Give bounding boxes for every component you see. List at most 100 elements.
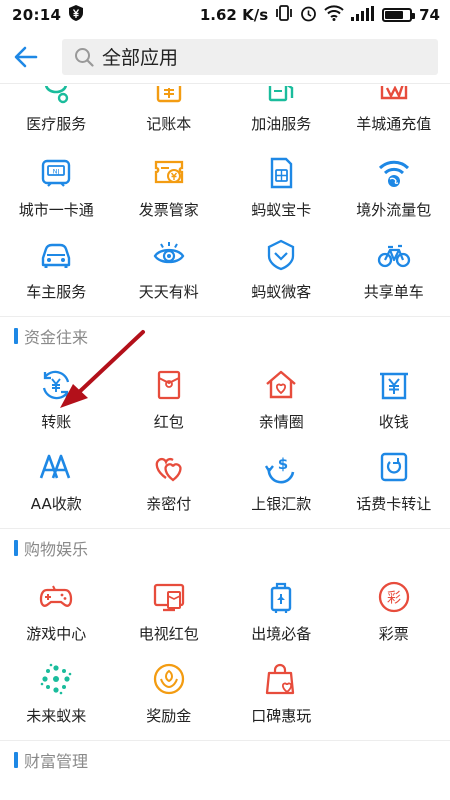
app-item-overseas-data[interactable]: 境外流量包 bbox=[338, 142, 450, 224]
status-bar: 20:14 1.62 K/s 74 bbox=[0, 0, 450, 30]
app-label: 红包 bbox=[153, 413, 184, 431]
app-item-red-envelope[interactable]: 红包 bbox=[113, 354, 226, 436]
app-item-ledger[interactable]: 记账本 bbox=[113, 86, 226, 142]
app-item-future-ants[interactable]: 未来蚁来 bbox=[0, 648, 113, 730]
app-label: 奖励金 bbox=[146, 707, 192, 725]
grid-row: 未来蚁来 奖励金 口碑惠玩 bbox=[0, 648, 450, 730]
status-right: 1.62 K/s 74 bbox=[200, 5, 440, 26]
app-item-transit-recharge[interactable]: 羊城通充值 bbox=[338, 86, 450, 142]
vibrate-icon bbox=[275, 5, 293, 25]
back-arrow-icon bbox=[14, 46, 38, 67]
section-title-shopping: 购物娱乐 bbox=[0, 528, 450, 566]
wifi-globe-icon bbox=[377, 156, 411, 190]
network-speed: 1.62 K/s bbox=[199, 6, 269, 24]
shield-yen-icon bbox=[69, 5, 84, 25]
lottery-icon: 彩 bbox=[377, 580, 411, 614]
grid-row: 游戏中心 电视红包 出境必备 彩 彩票 bbox=[0, 566, 450, 648]
transit-card-icon bbox=[377, 86, 411, 104]
app-list[interactable]: 医疗服务 记账本 加油服务 羊城通充值 NJ 城市一卡通 发票管家 蚂蚁宝卡 境… bbox=[0, 86, 450, 800]
app-label: 口碑惠玩 bbox=[251, 707, 312, 725]
gamepad-icon bbox=[39, 580, 73, 614]
search-input[interactable]: 全部应用 bbox=[62, 38, 438, 75]
app-item-fuel[interactable]: 加油服务 bbox=[225, 86, 338, 142]
app-label: 亲密付 bbox=[146, 495, 192, 513]
grid-row: AA收款 亲密付 $ 上银汇款 话费卡转让 bbox=[0, 436, 450, 518]
app-label: 收钱 bbox=[378, 413, 409, 431]
app-label: 城市一卡通 bbox=[18, 201, 94, 219]
app-label: AA收款 bbox=[30, 495, 82, 513]
app-label: 彩票 bbox=[378, 625, 409, 643]
back-button[interactable] bbox=[14, 37, 50, 77]
hearts-icon bbox=[152, 450, 186, 484]
app-label: 蚂蚁宝卡 bbox=[251, 201, 312, 219]
bicycle-icon bbox=[377, 238, 411, 272]
app-item-receive-money[interactable]: 收钱 bbox=[338, 354, 450, 436]
section-marker bbox=[14, 327, 18, 344]
family-house-icon bbox=[264, 368, 298, 402]
app-label: 共享单车 bbox=[363, 283, 424, 301]
invoice-icon bbox=[152, 156, 186, 190]
grid-row: 医疗服务 记账本 加油服务 羊城通充值 bbox=[0, 86, 450, 142]
app-item-tv-envelope[interactable]: 电视红包 bbox=[113, 566, 226, 648]
app-item-daily-feed[interactable]: 天天有料 bbox=[113, 224, 226, 306]
red-envelope-icon bbox=[152, 368, 186, 402]
svg-text:彩: 彩 bbox=[387, 591, 401, 607]
app-label: 转账 bbox=[41, 413, 72, 431]
app-item-city-card[interactable]: NJ 城市一卡通 bbox=[0, 142, 113, 224]
app-item-game-center[interactable]: 游戏中心 bbox=[0, 566, 113, 648]
app-item-bike-share[interactable]: 共享单车 bbox=[338, 224, 450, 306]
app-item-ant-sim[interactable]: 蚂蚁宝卡 bbox=[225, 142, 338, 224]
grid-row: 转账 红包 亲情圈 收钱 bbox=[0, 354, 450, 436]
tv-envelope-icon bbox=[152, 580, 186, 614]
reward-icon bbox=[152, 662, 186, 696]
status-time: 20:14 bbox=[12, 6, 62, 24]
app-label: 羊城通充值 bbox=[356, 115, 432, 133]
app-label: 亲情圈 bbox=[258, 413, 304, 431]
shopping-bag-icon bbox=[264, 662, 298, 696]
search-icon bbox=[75, 47, 94, 67]
app-label: 记账本 bbox=[146, 115, 192, 133]
app-label: 车主服务 bbox=[26, 283, 87, 301]
app-item-bank-remit[interactable]: $ 上银汇款 bbox=[225, 436, 338, 518]
app-item-transfer[interactable]: 转账 bbox=[0, 354, 113, 436]
app-item-invoice[interactable]: 发票管家 bbox=[113, 142, 226, 224]
app-label: 游戏中心 bbox=[26, 625, 87, 643]
app-label: 未来蚁来 bbox=[26, 707, 87, 725]
app-label: 境外流量包 bbox=[356, 201, 432, 219]
svg-text:NJ: NJ bbox=[53, 168, 60, 176]
app-item-lottery[interactable]: 彩 彩票 bbox=[338, 566, 450, 648]
city-card-icon: NJ bbox=[39, 156, 73, 190]
app-label: 医疗服务 bbox=[26, 115, 87, 133]
app-item-ant-weike[interactable]: 蚂蚁微客 bbox=[225, 224, 338, 306]
luggage-icon bbox=[264, 580, 298, 614]
app-label: 天天有料 bbox=[138, 283, 199, 301]
header: 全部应用 bbox=[0, 30, 450, 84]
fuel-pump-icon bbox=[264, 86, 298, 104]
app-item-family-circle[interactable]: 亲情圈 bbox=[225, 354, 338, 436]
section-title-wealth: 财富管理 bbox=[0, 740, 450, 778]
svg-text:$: $ bbox=[278, 455, 288, 473]
transfer-icon bbox=[39, 368, 73, 402]
app-item-travel-essentials[interactable]: 出境必备 bbox=[225, 566, 338, 648]
app-label: 出境必备 bbox=[251, 625, 312, 643]
stethoscope-icon bbox=[39, 86, 73, 104]
grid-row: 车主服务 天天有料 蚂蚁微客 共享单车 bbox=[0, 224, 450, 306]
app-item-phone-card-transfer[interactable]: 话费卡转让 bbox=[338, 436, 450, 518]
app-item-reward[interactable]: 奖励金 bbox=[113, 648, 226, 730]
app-item-intimate-pay[interactable]: 亲密付 bbox=[113, 436, 226, 518]
wifi-icon bbox=[324, 5, 344, 25]
signal-icon bbox=[351, 5, 375, 25]
app-item-aa-collect[interactable]: AA收款 bbox=[0, 436, 113, 518]
app-item-koubei-fun[interactable]: 口碑惠玩 bbox=[225, 648, 338, 730]
battery-level: 74 bbox=[419, 6, 440, 24]
receive-money-icon bbox=[377, 368, 411, 402]
app-item-medical[interactable]: 医疗服务 bbox=[0, 86, 113, 142]
app-label: 上银汇款 bbox=[251, 495, 312, 513]
app-item-car-owner[interactable]: 车主服务 bbox=[0, 224, 113, 306]
shield-icon bbox=[264, 238, 298, 272]
app-label: 话费卡转让 bbox=[356, 495, 432, 513]
car-icon bbox=[39, 238, 73, 272]
alarm-icon bbox=[300, 5, 317, 26]
